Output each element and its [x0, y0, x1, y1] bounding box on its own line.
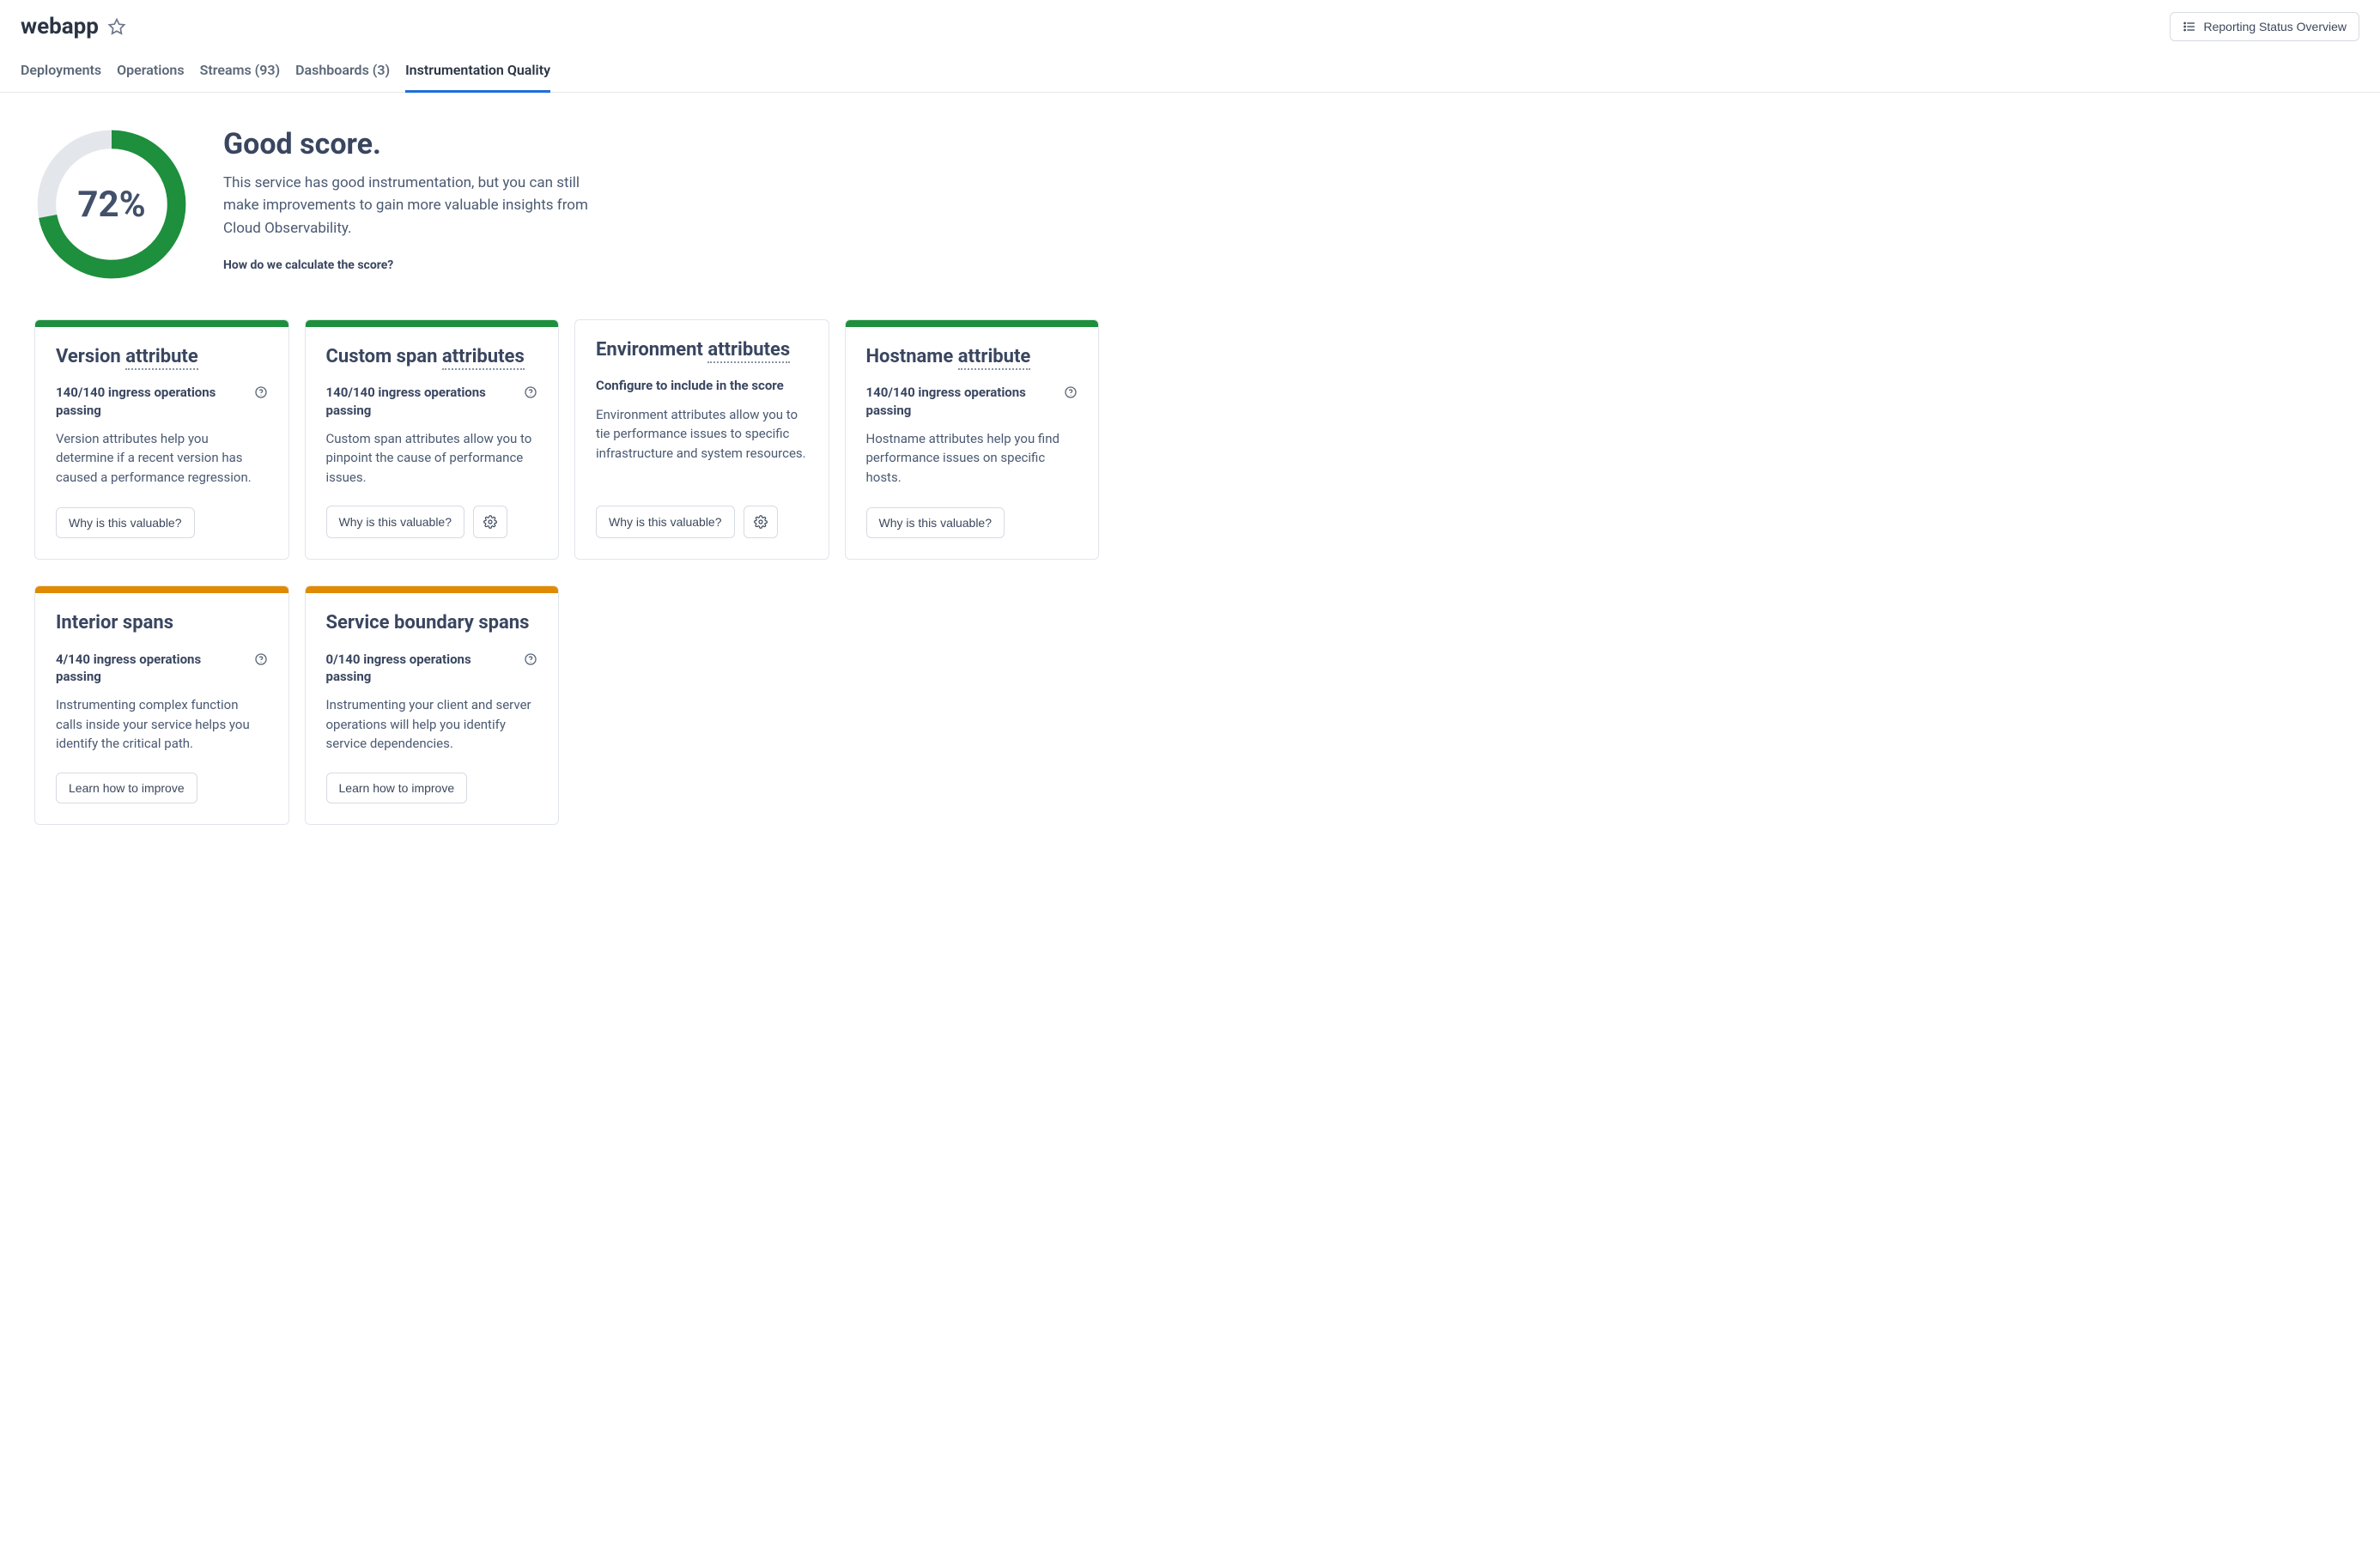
card-title: Hostname attribute: [866, 346, 1078, 368]
help-icon: [254, 385, 268, 399]
card-title: Version attribute: [56, 346, 268, 368]
card-help-icon-wrap[interactable]: [524, 384, 537, 403]
card-help-icon-wrap[interactable]: [254, 651, 268, 670]
help-icon: [524, 652, 537, 666]
cards-grid-row2: Interior spans 4/140 ingress operations p…: [34, 585, 1099, 824]
card-title-dotted: attribute: [125, 346, 198, 370]
card-status-text: 0/140 ingress operations passing: [326, 651, 516, 686]
tab-operations[interactable]: Operations: [117, 55, 184, 93]
gear-icon: [483, 515, 497, 529]
card-service-boundary-spans: Service boundary spans 0/140 ingress oper…: [305, 585, 560, 824]
card-help-icon-wrap[interactable]: [1064, 384, 1078, 403]
reporting-status-button[interactable]: Reporting Status Overview: [2170, 12, 2359, 41]
gear-icon: [754, 515, 768, 529]
card-title-plain: Service boundary spans: [326, 612, 530, 633]
card-primary-button[interactable]: Learn how to improve: [56, 773, 197, 803]
card-status-text: Configure to include in the score: [596, 377, 784, 394]
tab-instrumentation-quality[interactable]: Instrumentation Quality: [405, 55, 550, 93]
card-hostname-attribute: Hostname attribute 140/140 ingress operat…: [845, 319, 1100, 560]
tab-streams-93[interactable]: Streams (93): [200, 55, 281, 93]
card-title-dotted: attribute: [958, 346, 1031, 370]
card-primary-button[interactable]: Why is this valuable?: [326, 506, 465, 538]
card-description: Version attributes help you determine if…: [56, 429, 268, 489]
star-icon: [107, 17, 126, 36]
card-help-icon-wrap[interactable]: [254, 384, 268, 403]
help-icon: [254, 652, 268, 666]
card-primary-button[interactable]: Why is this valuable?: [866, 507, 1005, 538]
card-description: Instrumenting your client and server ope…: [326, 695, 538, 754]
card-status-bar: [846, 320, 1099, 327]
card-title-dotted: attributes: [707, 339, 790, 363]
card-title-plain: Environment: [596, 339, 707, 361]
card-title-plain: Custom span: [326, 346, 442, 367]
card-title-dotted: attributes: [442, 346, 525, 370]
card-status-text: 4/140 ingress operations passing: [56, 651, 246, 686]
tab-deployments[interactable]: Deployments: [21, 55, 101, 93]
card-version-attribute: Version attribute 140/140 ingress operati…: [34, 319, 289, 560]
card-primary-button[interactable]: Why is this valuable?: [596, 506, 735, 538]
card-title: Interior spans: [56, 612, 268, 634]
card-title-plain: Version: [56, 346, 125, 367]
card-status-bar: [35, 586, 288, 593]
card-settings-button[interactable]: [744, 506, 778, 538]
cards-grid-row1: Version attribute 140/140 ingress operati…: [34, 319, 1099, 560]
card-title: Custom span attributes: [326, 346, 538, 368]
help-icon: [524, 385, 537, 399]
card-title-plain: Interior spans: [56, 612, 173, 633]
score-gauge: 72%: [34, 127, 189, 282]
card-description: Instrumenting complex function calls ins…: [56, 695, 268, 754]
card-primary-button[interactable]: Why is this valuable?: [56, 507, 195, 538]
score-calc-link[interactable]: How do we calculate the score?: [223, 258, 393, 272]
page-title: webapp: [21, 14, 99, 39]
card-status-bar: [306, 320, 559, 327]
tabs: Deployments Operations Streams (93) Dashboa…: [0, 46, 2380, 93]
card-title: Environment attributes: [596, 339, 808, 361]
card-description: Environment attributes allow you to tie …: [596, 405, 808, 488]
favorite-star-button[interactable]: [107, 17, 126, 36]
card-help-icon-wrap[interactable]: [524, 651, 537, 670]
card-status-text: 140/140 ingress operations passing: [866, 384, 1056, 419]
score-description: This service has good instrumentation, b…: [223, 172, 601, 239]
reporting-status-label: Reporting Status Overview: [2203, 20, 2347, 33]
card-status-text: 140/140 ingress operations passing: [56, 384, 246, 419]
score-heading: Good score.: [223, 127, 601, 161]
card-interior-spans: Interior spans 4/140 ingress operations p…: [34, 585, 289, 824]
card-settings-button[interactable]: [473, 506, 507, 538]
score-percent-label: 72%: [34, 127, 189, 282]
list-icon: [2183, 20, 2196, 33]
card-custom-span-attributes: Custom span attributes 140/140 ingress op…: [305, 319, 560, 560]
card-title: Service boundary spans: [326, 612, 538, 634]
card-description: Hostname attributes help you find perfor…: [866, 429, 1078, 489]
card-description: Custom span attributes allow you to pinp…: [326, 429, 538, 488]
card-title-plain: Hostname: [866, 346, 958, 367]
tab-dashboards-3[interactable]: Dashboards (3): [295, 55, 390, 93]
help-icon: [1064, 385, 1078, 399]
card-status-bar: [35, 320, 288, 327]
card-status-bar: [306, 586, 559, 593]
card-primary-button[interactable]: Learn how to improve: [326, 773, 468, 803]
card-status-text: 140/140 ingress operations passing: [326, 384, 516, 419]
card-environment-attributes: Environment attributes Configure to inclu…: [574, 319, 829, 560]
